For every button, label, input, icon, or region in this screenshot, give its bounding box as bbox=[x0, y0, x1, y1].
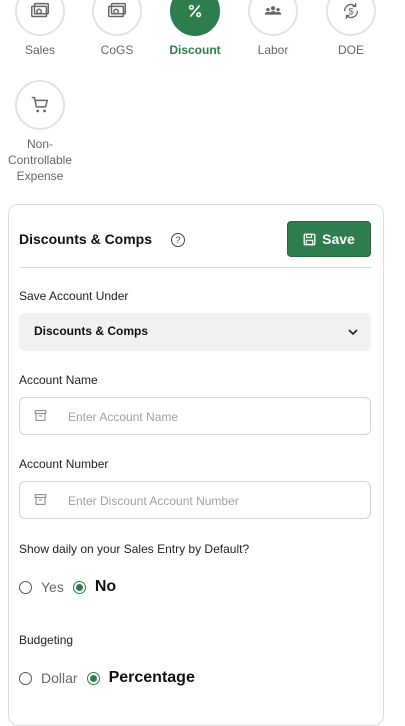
help-icon[interactable]: ? bbox=[171, 233, 185, 247]
select-value: Discounts & Comps bbox=[34, 324, 149, 338]
account-form-panel: Discounts & Comps ? Save Save Account Un… bbox=[8, 204, 384, 726]
svg-text:$: $ bbox=[348, 7, 353, 17]
category-doe[interactable]: $ DOE bbox=[311, 0, 391, 58]
show-daily-radio-group: Yes No bbox=[19, 578, 125, 596]
account-name-label: Account Name bbox=[19, 373, 98, 387]
panel-title: Discounts & Comps bbox=[19, 231, 153, 247]
cash-icon bbox=[92, 0, 142, 36]
show-daily-label: Show daily on your Sales Entry by Defaul… bbox=[19, 542, 250, 556]
category-discount[interactable]: Discount bbox=[155, 0, 235, 58]
cash-icon bbox=[15, 0, 65, 36]
people-icon bbox=[248, 0, 298, 36]
category-label: Discount bbox=[169, 43, 221, 57]
radio-percentage[interactable] bbox=[86, 671, 100, 685]
radio-no-label[interactable]: No bbox=[95, 578, 116, 596]
save-account-under-select[interactable]: Discounts & Comps bbox=[19, 313, 371, 351]
account-number-input[interactable] bbox=[66, 490, 360, 512]
save-button-label: Save bbox=[322, 231, 355, 247]
archive-box-icon bbox=[34, 494, 47, 505]
save-account-under-label: Save Account Under bbox=[19, 289, 129, 303]
radio-percentage-label[interactable]: Percentage bbox=[109, 669, 195, 687]
budgeting-radio-group: Dollar Percentage bbox=[19, 669, 204, 687]
category-selector: Sales CoGS Discount Labor $ DOE Non- Con… bbox=[0, 0, 405, 195]
budgeting-label: Budgeting bbox=[19, 633, 74, 647]
chevron-down-icon bbox=[348, 329, 358, 336]
radio-dollar-label[interactable]: Dollar bbox=[41, 670, 78, 686]
account-name-input[interactable] bbox=[66, 406, 360, 428]
account-name-field bbox=[19, 397, 371, 435]
cart-icon bbox=[15, 80, 65, 130]
account-number-label: Account Number bbox=[19, 457, 109, 471]
panel-header: Discounts & Comps ? Save bbox=[19, 221, 371, 268]
category-sales[interactable]: Sales bbox=[0, 0, 80, 58]
account-number-field bbox=[19, 481, 371, 519]
category-label: Labor bbox=[257, 43, 289, 57]
save-button[interactable]: Save bbox=[287, 221, 371, 257]
floppy-disk-icon bbox=[303, 233, 316, 245]
radio-yes-label[interactable]: Yes bbox=[41, 579, 64, 595]
category-label: Non- Controllable Expense bbox=[7, 137, 73, 183]
percent-icon bbox=[170, 0, 220, 36]
radio-no[interactable] bbox=[72, 580, 86, 594]
radio-yes[interactable] bbox=[19, 580, 32, 594]
category-label: Sales bbox=[24, 43, 56, 57]
category-non-controllable-expense[interactable]: Non- Controllable Expense bbox=[0, 80, 80, 184]
category-label: DOE bbox=[337, 43, 364, 57]
category-cogs[interactable]: CoGS bbox=[77, 0, 157, 58]
dollar-cycle-icon: $ bbox=[326, 0, 376, 36]
archive-box-icon bbox=[34, 410, 47, 421]
category-labor[interactable]: Labor bbox=[233, 0, 313, 58]
category-label: CoGS bbox=[100, 43, 134, 57]
radio-dollar[interactable] bbox=[19, 671, 32, 685]
